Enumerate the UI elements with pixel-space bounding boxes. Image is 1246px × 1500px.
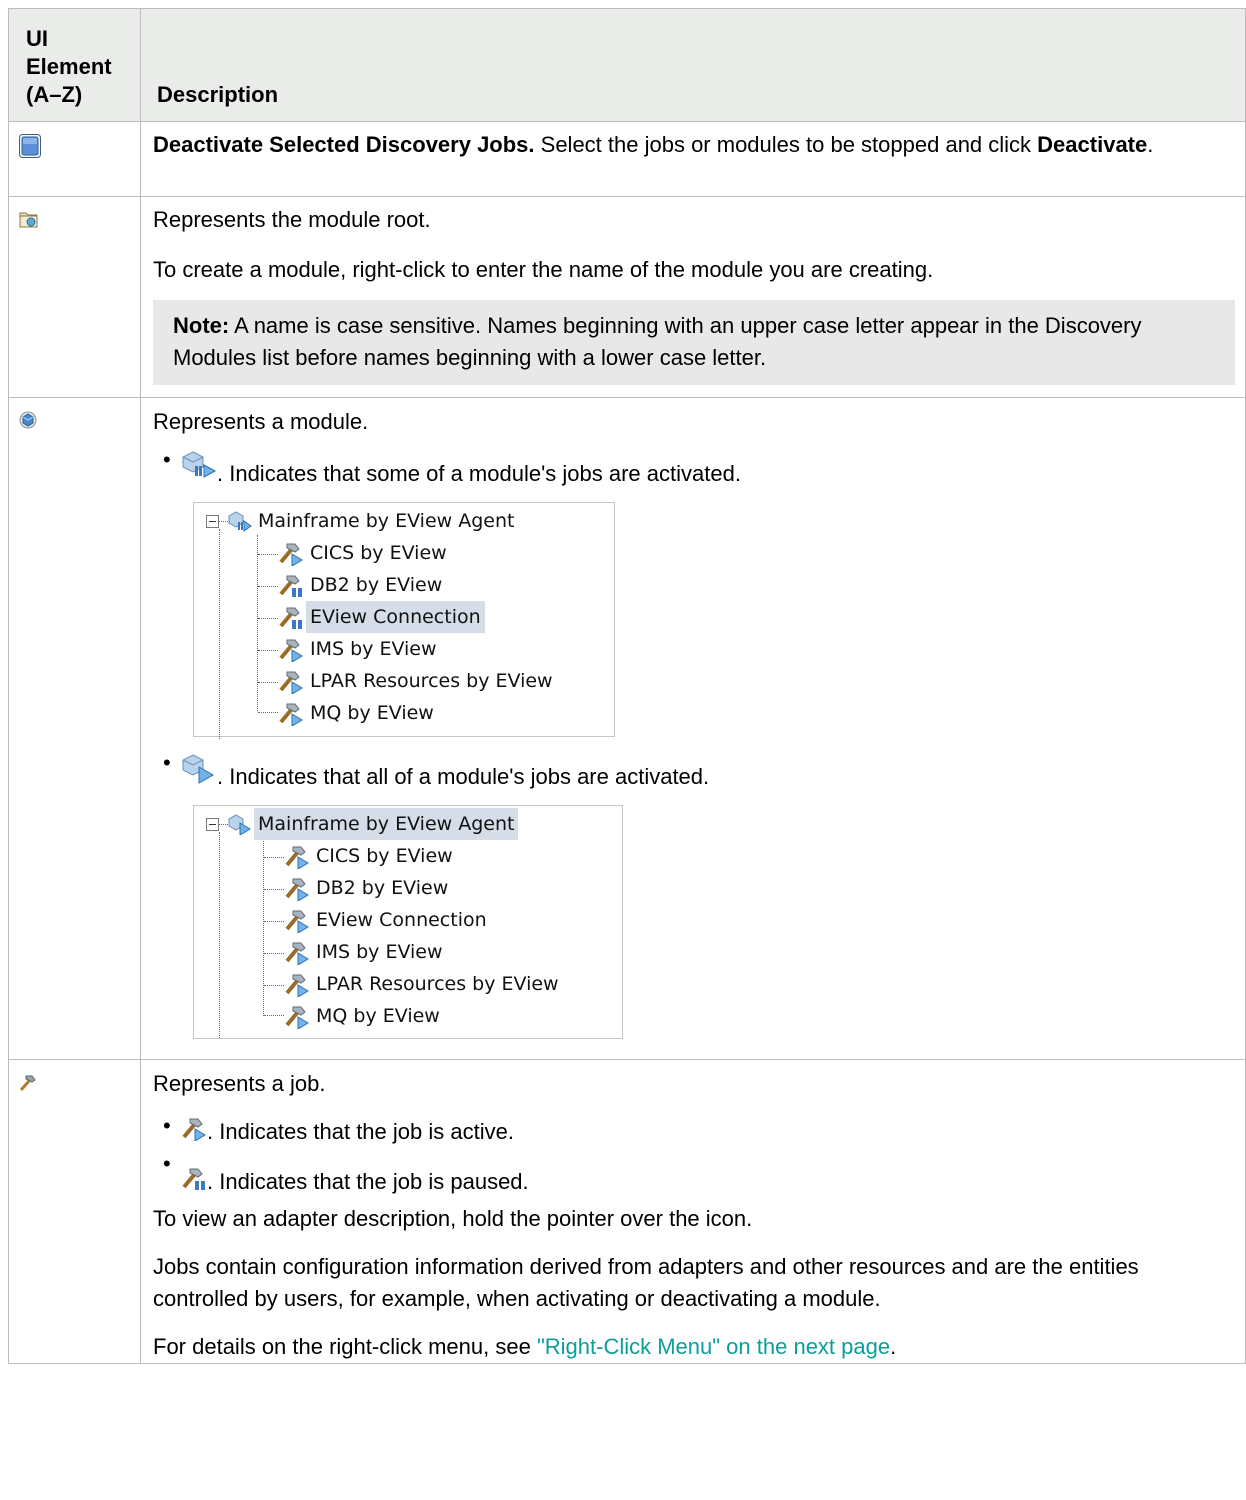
job-active-icon bbox=[285, 1006, 309, 1029]
description-cell: Represents a job. . Indicates that the j… bbox=[140, 1059, 1246, 1364]
job-config-text: Jobs contain configuration information d… bbox=[153, 1254, 1139, 1311]
tree-item-label: DB2 by EView bbox=[310, 574, 443, 596]
job-active-icon bbox=[285, 942, 309, 965]
tree-item-label: EView Connection bbox=[316, 909, 487, 931]
deactivate-square-icon bbox=[19, 134, 41, 158]
bullet-text: . Indicates that the job is paused. bbox=[207, 1169, 529, 1194]
deactivate-title: Deactivate Selected Discovery Jobs. bbox=[153, 132, 535, 157]
tree-fully-active: Mainframe by EView Agent CICS by EView D… bbox=[193, 805, 623, 1039]
module-state-list: . Indicates that all of a module's jobs … bbox=[153, 747, 1235, 793]
module-partially-active-icon bbox=[228, 511, 252, 532]
tree-item-label: LPAR Resources by EView bbox=[316, 973, 559, 995]
module-state-list: . Indicates that some of a module's jobs… bbox=[153, 444, 1235, 490]
ui-elements-table: UI Element (A–Z) Description Deactivate … bbox=[8, 8, 1246, 1364]
module-partially-active-icon bbox=[182, 451, 217, 479]
tree-item-label: MQ by EView bbox=[310, 702, 434, 724]
column-header-description: Description bbox=[140, 8, 1246, 122]
module-root-text: Represents the module root. bbox=[153, 207, 431, 232]
period: . bbox=[1147, 132, 1154, 157]
job-paused-icon bbox=[279, 607, 302, 629]
description-cell: Represents the module root. To create a … bbox=[140, 196, 1246, 398]
column-header-ui-element: UI Element (A–Z) bbox=[8, 8, 141, 122]
table-row-module: Represents a module. . Indicates that so… bbox=[8, 397, 1246, 1060]
tree-item-label: IMS by EView bbox=[316, 941, 443, 963]
module-root-create-text: To create a module, right-click to enter… bbox=[153, 257, 934, 282]
tree-item-label: CICS by EView bbox=[316, 845, 453, 867]
list-item: . Indicates that some of a module's jobs… bbox=[153, 444, 1235, 490]
bullet-text: . Indicates that the job is active. bbox=[207, 1119, 514, 1144]
module-fully-active-icon bbox=[228, 814, 251, 835]
tree-item-label-selected: EView Connection bbox=[306, 601, 485, 633]
right-click-menu-link[interactable]: "Right-Click Menu" on the next page bbox=[537, 1334, 890, 1359]
details-suffix: . bbox=[890, 1334, 897, 1359]
job-state-list: . Indicates that the job is active. . In… bbox=[153, 1110, 1235, 1198]
tree-item-label: LPAR Resources by EView bbox=[310, 670, 553, 692]
job-active-icon bbox=[285, 878, 309, 901]
icon-cell bbox=[8, 196, 141, 398]
module-text: Represents a module. bbox=[153, 409, 369, 434]
job-tooltip-text: To view an adapter description, hold the… bbox=[153, 1206, 753, 1231]
bullet-text: . Indicates that all of a module's jobs … bbox=[217, 764, 710, 789]
deactivate-text: Select the jobs or modules to be stopped… bbox=[534, 132, 1038, 157]
module-root-folder-icon bbox=[19, 212, 38, 228]
details-prefix: For details on the right-click menu, see bbox=[153, 1334, 537, 1359]
job-details-text: For details on the right-click menu, see… bbox=[153, 1315, 1235, 1363]
deactivate-button-name: Deactivate bbox=[1037, 132, 1148, 157]
tree-item-label: MQ by EView bbox=[316, 1005, 440, 1027]
icon-cell bbox=[8, 1059, 141, 1364]
tree-item-label: DB2 by EView bbox=[316, 877, 449, 899]
tree-partially-active: Mainframe by EView Agent CICS by EView D… bbox=[193, 502, 615, 739]
table-row-deactivate: Deactivate Selected Discovery Jobs. Sele… bbox=[8, 121, 1246, 197]
job-paused-icon bbox=[182, 1168, 205, 1191]
note-box: Note: A name is case sensitive. Names be… bbox=[153, 300, 1235, 385]
job-text: Represents a job. bbox=[153, 1071, 326, 1096]
job-active-icon bbox=[279, 671, 303, 694]
tree-root-label-selected: Mainframe by EView Agent bbox=[254, 808, 519, 840]
job-active-icon bbox=[182, 1118, 206, 1142]
icon-cell bbox=[8, 121, 141, 197]
job-active-icon bbox=[279, 639, 303, 662]
icon-cell bbox=[8, 397, 141, 1060]
job-active-icon bbox=[279, 703, 303, 726]
list-item: . Indicates that the job is paused. bbox=[153, 1148, 1235, 1198]
note-text: A name is case sensitive. Names beginnin… bbox=[173, 313, 1142, 370]
job-hammer-icon bbox=[19, 1075, 36, 1091]
job-active-icon bbox=[285, 846, 309, 869]
table-row-module-root: Represents the module root. To create a … bbox=[8, 196, 1246, 398]
job-paused-icon bbox=[279, 575, 302, 597]
job-active-icon bbox=[285, 974, 309, 997]
job-active-icon bbox=[279, 543, 303, 566]
list-item: . Indicates that all of a module's jobs … bbox=[153, 747, 1235, 793]
module-cube-icon bbox=[19, 411, 37, 429]
table-row-job: Represents a job. . Indicates that the j… bbox=[8, 1059, 1246, 1364]
tree-item-label: CICS by EView bbox=[310, 542, 447, 564]
tree-item-label: IMS by EView bbox=[310, 638, 437, 660]
tree-root-label: Mainframe by EView Agent bbox=[258, 510, 515, 532]
bullet-text: . Indicates that some of a module's jobs… bbox=[217, 461, 741, 486]
description-cell: Deactivate Selected Discovery Jobs. Sele… bbox=[140, 121, 1246, 197]
module-fully-active-icon bbox=[182, 754, 215, 785]
list-item: . Indicates that the job is active. bbox=[153, 1110, 1235, 1148]
job-active-icon bbox=[285, 910, 309, 933]
note-label: Note: bbox=[173, 313, 230, 338]
description-cell: Represents a module. . Indicates that so… bbox=[140, 397, 1246, 1060]
